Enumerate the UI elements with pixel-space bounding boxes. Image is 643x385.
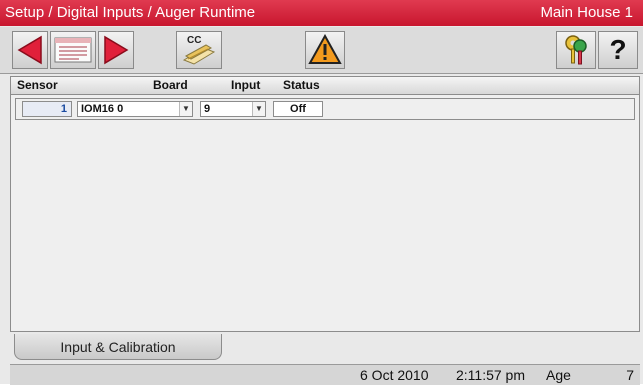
board-select[interactable]: IOM16 0 ▼ <box>77 101 193 117</box>
tab-input-calibration[interactable]: Input & Calibration <box>14 334 222 360</box>
cc-button[interactable]: CC <box>176 31 222 69</box>
table-header: Sensor Board Input Status <box>11 77 639 95</box>
question-icon: ? <box>609 34 627 65</box>
toolbar: CC ? <box>0 27 643 74</box>
status-time: 2:11:57 pm <box>456 367 526 383</box>
cc-label: CC <box>187 35 201 46</box>
keys-icon <box>565 35 587 65</box>
list-card-icon <box>54 37 92 63</box>
chevron-down-icon[interactable]: ▼ <box>179 102 192 116</box>
house-name: Main House 1 <box>540 4 633 21</box>
input-value: 9 <box>204 103 211 115</box>
title-bar: Setup / Digital Inputs / Auger Runtime M… <box>0 0 643 26</box>
status-date: 6 Oct 2010 <box>360 367 429 383</box>
previous-button[interactable] <box>12 31 48 69</box>
header-status: Status <box>283 78 320 92</box>
board-value: IOM16 0 <box>81 103 124 115</box>
input-select[interactable]: 9 ▼ <box>200 101 266 117</box>
warning-triangle-icon <box>308 34 342 64</box>
status-value: Off <box>273 101 323 117</box>
next-button[interactable] <box>98 31 134 69</box>
table-row: 1 IOM16 0 ▼ 9 ▼ Off <box>15 98 635 120</box>
cc-pencil-icon: CC <box>182 35 216 65</box>
status-age-label: Age <box>546 367 571 383</box>
sensor-panel: Sensor Board Input Status 1 IOM16 0 ▼ 9 … <box>10 76 640 332</box>
chevron-down-icon[interactable]: ▼ <box>252 102 265 116</box>
header-input: Input <box>231 78 261 92</box>
header-sensor: Sensor <box>17 78 58 92</box>
security-button[interactable] <box>556 31 596 69</box>
alarm-button[interactable] <box>305 31 345 69</box>
sensor-number: 1 <box>22 101 72 117</box>
status-age-value: 7 <box>626 367 634 383</box>
help-button[interactable]: ? <box>598 31 638 69</box>
right-arrow-icon <box>104 35 129 65</box>
status-bar: 6 Oct 2010 2:11:57 pm Age 7 <box>10 364 640 385</box>
left-arrow-icon <box>17 35 42 65</box>
breadcrumb: Setup / Digital Inputs / Auger Runtime <box>5 4 256 21</box>
header-board: Board <box>153 78 188 92</box>
list-view-button[interactable] <box>50 31 96 69</box>
screen: Setup / Digital Inputs / Auger Runtime M… <box>0 0 643 385</box>
